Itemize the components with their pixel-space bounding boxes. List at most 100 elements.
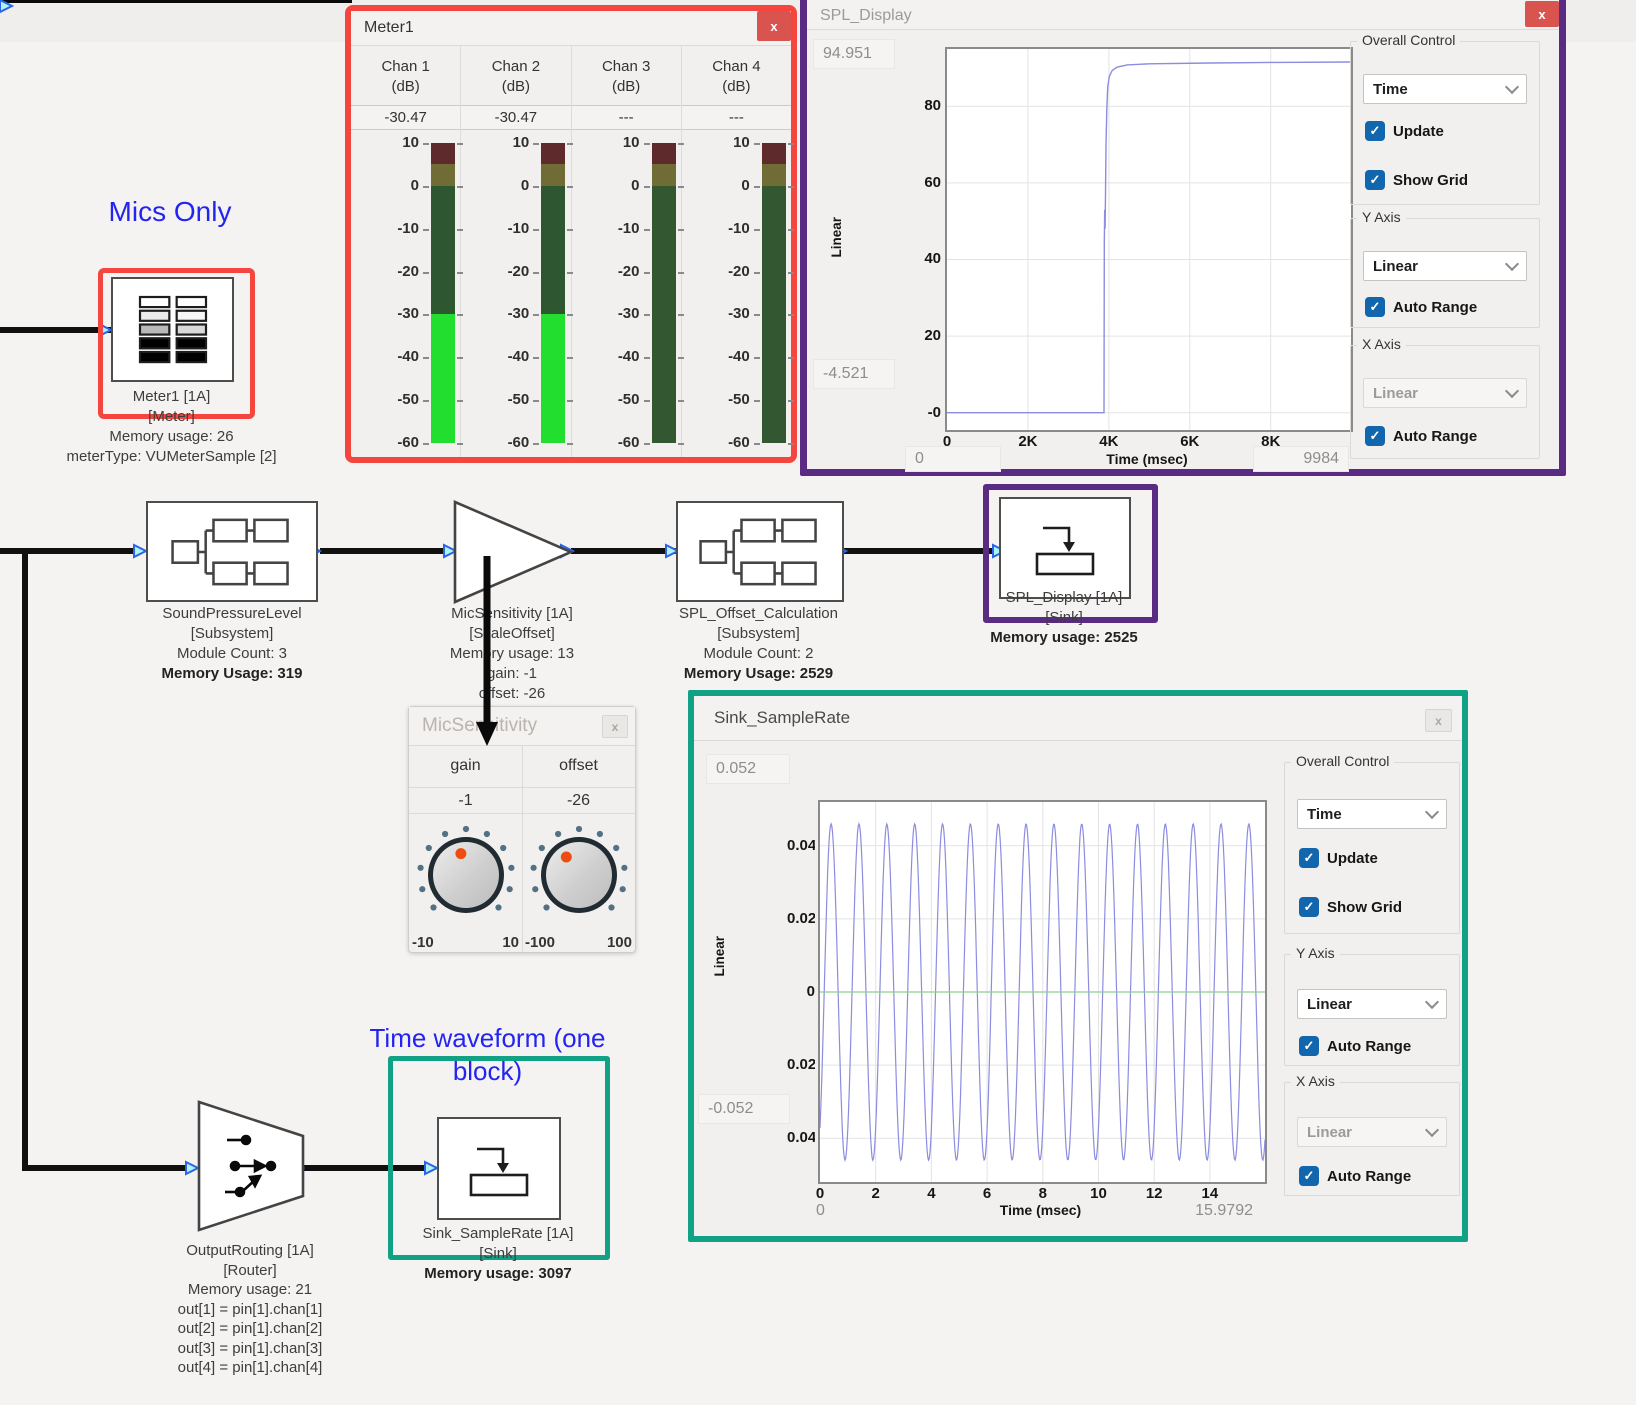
x-tick-label: 6 <box>965 1185 1009 1203</box>
meter1-block[interactable] <box>111 277 234 382</box>
x-axis-scale-dropdown[interactable]: Linear <box>1363 378 1527 408</box>
block-label-line: meterType: VUMeterSample [2] <box>40 447 303 467</box>
meter-tick-label: -50 <box>572 392 640 408</box>
y-auto-range-checkbox[interactable]: ✓ Auto Range <box>1365 297 1539 317</box>
y-auto-range-checkbox[interactable]: ✓ Auto Range <box>1299 1036 1459 1056</box>
overall-control-group: Overall Control Time ✓ Update ✓ Show Gri… <box>1350 41 1540 205</box>
meter1-block-label: Meter1 [1A][Meter]Memory usage: 26meterT… <box>40 387 303 467</box>
meter-channel-value: --- <box>682 105 791 130</box>
close-button[interactable]: x <box>602 715 628 738</box>
input-pin <box>425 1162 437 1174</box>
outputrouting-block[interactable] <box>197 1100 305 1232</box>
overall-control-group: Overall Control Time ✓ Update ✓ Show Gri… <box>1284 762 1460 934</box>
update-checkbox[interactable]: ✓ Update <box>1365 121 1539 141</box>
outputrouting-label: OutputRouting [1A][Router]Memory usage: … <box>146 1241 354 1378</box>
x-auto-range-checkbox[interactable]: ✓ Auto Range <box>1365 426 1539 446</box>
meter-upper-zone <box>431 186 455 315</box>
y-max-readout: 94.951 <box>813 39 895 69</box>
gain-knob[interactable] <box>411 818 521 930</box>
micsensitivity-titlebar[interactable]: MicSensitivity x <box>409 707 635 746</box>
meter1-window-titlebar[interactable]: Meter1 x <box>351 11 791 46</box>
update-checkbox[interactable]: ✓ Update <box>1299 848 1459 868</box>
meter-clip-zone <box>652 143 676 164</box>
meter-tick-label: 10 <box>351 135 419 151</box>
meter-tick-label: -40 <box>682 349 750 365</box>
overall-control-dropdown[interactable]: Time <box>1363 74 1527 104</box>
x-start-readout: 0 <box>806 1198 906 1224</box>
meter-warn-zone <box>652 164 676 185</box>
meter-warn-zone <box>762 164 786 185</box>
close-button[interactable]: x <box>757 11 791 41</box>
x-axis-scale-dropdown[interactable]: Linear <box>1297 1117 1447 1147</box>
x-tick-label: 10 <box>1076 1185 1120 1203</box>
x-tick-label: 6K <box>1168 433 1212 451</box>
y-axis-name: Linear <box>829 217 844 258</box>
meter-tick-label: -60 <box>572 435 640 451</box>
show-grid-checkbox[interactable]: ✓ Show Grid <box>1299 897 1459 917</box>
x-end-readout: 15.9792 <box>1153 1198 1263 1224</box>
close-button[interactable]: x <box>1525 1 1559 27</box>
y-min-readout: -0.052 <box>698 1094 790 1124</box>
offset-knob[interactable] <box>524 818 634 930</box>
spl-plot[interactable]: 80604020-002K4K6K8K <box>945 47 1353 432</box>
meter-tick-label: 0 <box>572 178 640 194</box>
block-label-line: Sink_SampleRate [1A] <box>393 1224 603 1244</box>
x-auto-range-checkbox[interactable]: ✓ Auto Range <box>1299 1166 1459 1186</box>
chevron-down-icon <box>1425 995 1439 1009</box>
x-start-readout: 0 <box>905 446 1001 472</box>
meter-tick-label: -20 <box>682 264 750 280</box>
show-grid-checkbox[interactable]: ✓ Show Grid <box>1365 170 1539 190</box>
knob-min-label: -10 <box>412 934 434 951</box>
meter-channel-value: -30.47 <box>351 105 460 130</box>
x-axis-group: X Axis Linear ✓ Auto Range <box>1350 345 1540 459</box>
knob-label: gain <box>409 745 522 788</box>
checkbox-check-icon: ✓ <box>1299 897 1319 917</box>
block-label-line: [ScaleOffset] <box>397 624 627 644</box>
meter-tick-label: -40 <box>351 349 419 365</box>
meter-tick-label: -20 <box>461 264 529 280</box>
spl-offset-calculation-block[interactable] <box>676 501 844 602</box>
soundpressurelevel-label: SoundPressureLevel[Subsystem]Module Coun… <box>96 604 368 684</box>
sink-icon <box>1027 518 1103 578</box>
x-tick-label: 4K <box>1087 433 1131 451</box>
overall-control-dropdown[interactable]: Time <box>1297 799 1447 829</box>
y-axis-scale-dropdown[interactable]: Linear <box>1363 251 1527 281</box>
meter-bar <box>652 143 676 443</box>
meter-channel-name: Chan 2(dB) <box>461 45 570 103</box>
spl-window-titlebar[interactable]: SPL_Display x <box>807 0 1559 30</box>
input-pin <box>134 545 146 557</box>
meter-level-fill <box>541 314 565 443</box>
y-tick-label: 80 <box>901 96 941 116</box>
block-label-line: out[3] = pin[1].chan[3] <box>146 1339 354 1359</box>
meter-tick-label: 10 <box>461 135 529 151</box>
meter-upper-zone <box>541 186 565 315</box>
y-max-readout: 0.052 <box>706 754 790 784</box>
checkbox-check-icon: ✓ <box>1365 297 1385 317</box>
block-label-line: gain: -1 <box>397 664 627 684</box>
block-label-line: [Subsystem] <box>96 624 368 644</box>
input-pin <box>99 324 111 336</box>
sink-samplerate-block[interactable] <box>437 1117 561 1220</box>
gain-knob-column: gain -1 -10 10 <box>409 745 523 952</box>
x-axis-group: X Axis Linear ✓ Auto Range <box>1284 1082 1460 1196</box>
sink-plot[interactable]: 0.040.0200.020.0402468101214 <box>818 800 1267 1184</box>
meter-tick-label: -20 <box>351 264 419 280</box>
y-axis-scale-dropdown[interactable]: Linear <box>1297 989 1447 1019</box>
meter-tick-label: -10 <box>572 221 640 237</box>
block-label-line: [Subsystem] <box>647 624 870 644</box>
block-label-line: out[1] = pin[1].chan[1] <box>146 1300 354 1320</box>
meter-tick-label: -30 <box>572 306 640 322</box>
x-tick-label: 8 <box>1021 1185 1065 1203</box>
spl-display-block[interactable] <box>999 497 1131 599</box>
close-button[interactable]: x <box>1425 709 1452 732</box>
subsystem-icon <box>696 514 824 590</box>
block-label-line: Memory usage: 2525 <box>974 628 1154 648</box>
knob-value: -26 <box>522 788 635 814</box>
checkbox-check-icon: ✓ <box>1365 426 1385 446</box>
soundpressurelevel-block[interactable] <box>146 501 318 602</box>
micsensitivity-block[interactable] <box>453 500 573 604</box>
meter-tick-label: -10 <box>682 221 750 237</box>
micsensitivity-label: MicSensitivity [1A][ScaleOffset]Memory u… <box>397 604 627 704</box>
sink-window-titlebar[interactable]: Sink_SampleRate x <box>694 696 1462 741</box>
meter-tick-label: 10 <box>572 135 640 151</box>
